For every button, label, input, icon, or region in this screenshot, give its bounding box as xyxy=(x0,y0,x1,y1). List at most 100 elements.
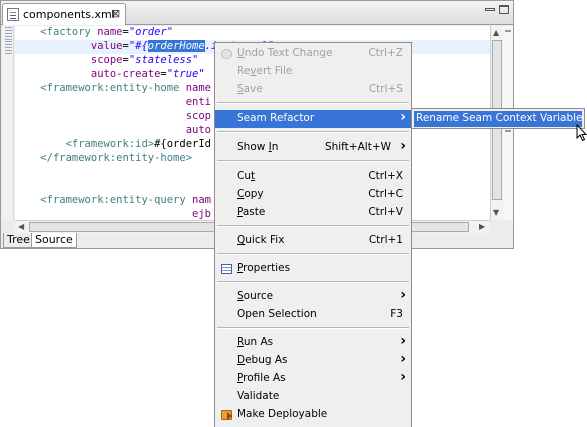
menu-item-properties[interactable]: Properties xyxy=(215,260,411,278)
menu-item-open-selection[interactable]: Open Selection F3 xyxy=(215,306,411,324)
tab-source[interactable]: Source xyxy=(31,233,77,248)
menu-item-shortcut: Ctrl+1 xyxy=(368,234,403,246)
code-token: enti xyxy=(40,96,211,108)
menu-separator xyxy=(217,281,409,283)
overview-mark[interactable] xyxy=(505,30,511,32)
undo-icon xyxy=(221,49,232,59)
scroll-right-icon[interactable]: ▶ xyxy=(479,222,485,231)
code-line[interactable]: ejb xyxy=(15,208,211,220)
scroll-down-icon[interactable]: ▼ xyxy=(493,208,499,217)
code-token: <factory xyxy=(40,26,98,38)
menu-item-label: Seam Refactor xyxy=(237,112,315,124)
close-tab-icon[interactable]: ⊠ xyxy=(111,7,120,20)
code-token: "stateless" xyxy=(128,54,199,66)
code-token: <framework:entity-home xyxy=(40,82,186,94)
menu-item-cut[interactable]: Cut Ctrl+X xyxy=(215,168,411,186)
fold-marker[interactable] xyxy=(5,27,12,40)
code-line[interactable]: </framework:entity-home> xyxy=(15,152,192,166)
menu-item-rename-seam-context-variable[interactable]: Rename Seam Context Variable xyxy=(414,111,583,127)
code-token: name xyxy=(97,26,123,38)
code-line[interactable]: auto-create="true" xyxy=(15,68,205,82)
menu-separator xyxy=(217,225,409,227)
menu-item-shortcut: Ctrl+V xyxy=(368,206,403,218)
editor-left-ruler xyxy=(2,26,14,220)
menu-item-label: Properties xyxy=(237,262,291,274)
submenu-arrow-icon: › xyxy=(400,333,406,349)
menu-item-save[interactable]: Save Ctrl+S xyxy=(215,81,411,99)
menu-separator xyxy=(217,253,409,255)
menu-item-profile-as[interactable]: Profile As › xyxy=(215,369,411,388)
code-token: "order" xyxy=(128,26,174,38)
code-line[interactable]: <framework:entity-query nam xyxy=(15,194,211,208)
code-line[interactable]: scope="stateless" xyxy=(15,54,199,68)
menu-item-shortcut: Ctrl+S xyxy=(368,83,403,95)
menu-item-validate[interactable]: Validate xyxy=(215,388,411,406)
code-line[interactable]: auto xyxy=(15,124,211,138)
code-line[interactable]: <factory name="order" xyxy=(15,26,173,40)
menu-item-copy[interactable]: Copy Ctrl+C xyxy=(215,186,411,204)
menu-separator xyxy=(217,327,409,329)
editor-tab-components-xml[interactable]: components.xml ⊠ xyxy=(2,3,126,25)
editor-tab-title: components.xml xyxy=(23,8,115,21)
menu-item-label: Source xyxy=(237,290,274,302)
menu-item-seam-refactor[interactable]: Seam Refactor › xyxy=(215,109,411,128)
menu-item-make-deployable[interactable]: Make Deployable xyxy=(215,406,411,424)
code-line[interactable]: scop xyxy=(15,110,211,124)
xml-file-icon xyxy=(7,8,19,21)
menu-separator xyxy=(217,160,409,162)
code-token: <framework:id> xyxy=(40,138,155,150)
menu-item-undo-text-change[interactable]: Undo Text Change Ctrl+Z xyxy=(215,45,411,63)
menu-item-paste[interactable]: Paste Ctrl+V xyxy=(215,204,411,222)
selected-text: orderHome xyxy=(147,40,205,52)
menu-item-shortcut: Ctrl+X xyxy=(368,170,403,182)
menu-item-label: Copy xyxy=(237,188,264,200)
code-token: scop xyxy=(40,110,211,122)
submenu-arrow-icon: › xyxy=(400,369,406,385)
menu-item-run-as[interactable]: Run As › xyxy=(215,333,411,352)
code-token: "#{ xyxy=(128,40,148,52)
submenu-arrow-icon: › xyxy=(400,287,406,303)
code-line[interactable]: <framework:id>#{orderId xyxy=(15,138,211,152)
scroll-up-icon[interactable]: ▲ xyxy=(493,28,499,37)
code-token: #{orderId xyxy=(154,138,211,150)
mouse-pointer-icon xyxy=(576,124,587,142)
menu-item-revert-file[interactable]: Revert File xyxy=(215,63,411,81)
fold-marker[interactable] xyxy=(5,41,12,54)
menu-item-shortcut: F3 xyxy=(390,308,403,320)
menu-item-shortcut: Shift+Alt+W xyxy=(324,141,391,153)
submenu-arrow-icon: › xyxy=(400,138,406,154)
deploy-icon xyxy=(221,410,232,420)
menu-item-label: Profile As xyxy=(237,372,286,384)
scroll-left-icon[interactable]: ◀ xyxy=(18,222,24,231)
menu-item-source[interactable]: Source › xyxy=(215,287,411,306)
submenu-arrow-icon: › xyxy=(400,351,406,367)
menu-item-label: Quick Fix xyxy=(237,234,285,246)
menu-item-label: Save xyxy=(237,83,263,95)
tab-tree[interactable]: Tree xyxy=(3,233,34,248)
code-token: scope xyxy=(40,54,123,66)
menu-item-label: Run As xyxy=(237,336,274,348)
code-line[interactable] xyxy=(15,180,40,194)
minimize-icon[interactable] xyxy=(485,8,495,11)
code-line[interactable] xyxy=(15,166,40,180)
menu-item-debug-as[interactable]: Debug As › xyxy=(215,351,411,370)
submenu-arrow-icon: › xyxy=(400,109,406,125)
maximize-icon[interactable] xyxy=(499,5,509,14)
menu-item-quick-fix[interactable]: Quick Fix Ctrl+1 xyxy=(215,232,411,250)
overview-mark[interactable] xyxy=(505,130,511,132)
menu-item-label: Validate xyxy=(237,390,280,402)
menu-item-show-in[interactable]: Show In Shift+Alt+W › xyxy=(215,138,411,157)
code-token: auto xyxy=(40,124,211,136)
code-line[interactable]: <framework:entity-home name xyxy=(15,82,211,96)
properties-icon xyxy=(221,264,232,274)
